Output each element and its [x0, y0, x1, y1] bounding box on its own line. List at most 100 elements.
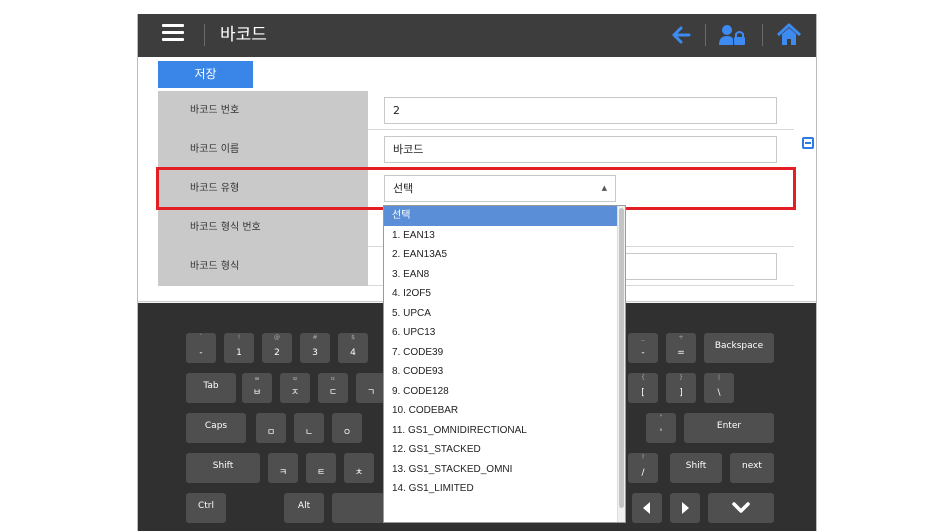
- key[interactable]: @2: [262, 333, 292, 363]
- dropdown-option[interactable]: 14. GS1_LIMITED: [384, 479, 625, 499]
- key[interactable]: #3: [300, 333, 330, 363]
- key-sub-label: {: [641, 374, 645, 381]
- ctrl-key[interactable]: Ctrl: [186, 493, 226, 523]
- tab-key[interactable]: Tab: [186, 373, 236, 403]
- key[interactable]: ? /: [628, 453, 658, 483]
- hide-keyboard-key[interactable]: [708, 493, 774, 523]
- header-divider: [705, 24, 706, 46]
- shift-right-key[interactable]: Shift: [670, 453, 722, 483]
- dropdown-option[interactable]: 4. I2OF5: [384, 284, 625, 304]
- key-label: =: [677, 348, 685, 358]
- home-icon[interactable]: [776, 23, 802, 47]
- key[interactable]: ㄱ: [356, 373, 386, 403]
- key-sub-label: $: [351, 334, 355, 341]
- save-button[interactable]: 저장: [158, 61, 253, 88]
- shift-key[interactable]: Shift: [186, 453, 260, 483]
- dropdown-option[interactable]: 7. CODE39: [384, 343, 625, 363]
- key[interactable]: _ -: [628, 333, 658, 363]
- key-sub-label: #: [312, 334, 318, 341]
- key[interactable]: ` -: [186, 333, 216, 363]
- dropdown-option[interactable]: 선택: [384, 206, 625, 226]
- dropdown-option[interactable]: 2. EAN13A5: [384, 245, 625, 265]
- key-label: ㄷ: [328, 388, 338, 398]
- key-label: -: [199, 348, 203, 358]
- menu-icon[interactable]: [162, 24, 184, 46]
- key[interactable]: ㅌ: [306, 453, 336, 483]
- enter-key-label: Enter: [716, 421, 742, 431]
- key-label: ㅌ: [316, 468, 326, 478]
- collapse-icon[interactable]: [802, 137, 814, 149]
- dropdown-option[interactable]: 3. EAN8: [384, 265, 625, 285]
- barcode-type-value: 선택: [393, 182, 414, 195]
- key[interactable]: $4: [338, 333, 368, 363]
- barcode-type-select[interactable]: 선택 ▲▼: [384, 175, 616, 217]
- enter-key[interactable]: Enter: [684, 413, 774, 443]
- key[interactable]: ㅇ: [332, 413, 362, 443]
- key-label: 1: [236, 348, 242, 358]
- key-sub-label: `: [199, 334, 203, 341]
- ctrl-key-label: Ctrl: [197, 501, 214, 511]
- key-label: ㅇ: [342, 428, 352, 438]
- key[interactable]: ㅃㅂ: [242, 373, 272, 403]
- dropdown-option[interactable]: 13. GS1_STACKED_OMNI: [384, 460, 625, 480]
- key[interactable]: ㅁ: [256, 413, 286, 443]
- barcode-name-field[interactable]: 바코드: [384, 136, 777, 163]
- barcode-number-label: 바코드 번호: [158, 91, 368, 130]
- dropdown-option[interactable]: 6. UPC13: [384, 323, 625, 343]
- key-label: ㅊ: [354, 468, 364, 478]
- key-label: ㅂ: [252, 388, 262, 398]
- key-label: [: [641, 388, 645, 398]
- dropdown-option[interactable]: 11. GS1_OMNIDIRECTIONAL: [384, 421, 625, 441]
- dropdown-option[interactable]: 5. UPCA: [384, 304, 625, 324]
- dropdown-option[interactable]: 8. CODE93: [384, 362, 625, 382]
- key-label: ㅋ: [278, 468, 288, 478]
- key[interactable]: {[: [628, 373, 658, 403]
- key-sub-label: ㅃ: [254, 376, 260, 383]
- key-sub-label: @: [274, 334, 280, 341]
- key[interactable]: }]: [666, 373, 696, 403]
- key-sub-label: }: [679, 374, 683, 381]
- key[interactable]: ㅊ: [344, 453, 374, 483]
- key[interactable]: + =: [666, 333, 696, 363]
- key-sub-label: ㄸ: [330, 376, 336, 383]
- form-row-barcode-number: 바코드 번호 2: [158, 91, 794, 130]
- key-label: -: [641, 348, 645, 358]
- key-label: ㅈ: [290, 388, 300, 398]
- arrow-left-key[interactable]: [632, 493, 662, 523]
- user-lock-icon[interactable]: [718, 23, 748, 47]
- alt-key[interactable]: Alt: [284, 493, 324, 523]
- space-key[interactable]: [332, 493, 384, 523]
- shift-key-label: Shift: [212, 461, 234, 471]
- key[interactable]: ㄴ: [294, 413, 324, 443]
- key-sub-label: _: [641, 334, 645, 341]
- arrow-left-icon[interactable]: [670, 23, 692, 47]
- key-label: ㄱ: [366, 388, 376, 398]
- dropdown-option[interactable]: 1. EAN13: [384, 226, 625, 246]
- key[interactable]: | \: [704, 373, 734, 403]
- next-key[interactable]: next: [730, 453, 774, 483]
- barcode-number-field[interactable]: 2: [384, 97, 777, 124]
- key[interactable]: ㅋ: [268, 453, 298, 483]
- shift-right-key-label: Shift: [685, 461, 707, 471]
- header-divider: [204, 24, 205, 46]
- dropdown-option[interactable]: 9. CODE128: [384, 382, 625, 402]
- backspace-key[interactable]: Backspace: [704, 333, 774, 363]
- key-sub-label: ?: [641, 454, 645, 461]
- barcode-format-number-label: 바코드 형식 번호: [158, 208, 368, 247]
- key[interactable]: ! 1: [224, 333, 254, 363]
- dropdown-option[interactable]: 10. CODEBAR: [384, 401, 625, 421]
- key-label: /: [641, 468, 645, 478]
- key[interactable]: ㄸㄷ: [318, 373, 348, 403]
- key-sub-label: |: [717, 374, 721, 381]
- key[interactable]: ㅉㅈ: [280, 373, 310, 403]
- dropdown-option[interactable]: 12. GS1_STACKED: [384, 440, 625, 460]
- arrow-right-key[interactable]: [670, 493, 700, 523]
- key-label: ]: [679, 388, 683, 398]
- caps-key[interactable]: Caps: [186, 413, 246, 443]
- form-row-barcode-name: 바코드 이름 바코드: [158, 130, 794, 169]
- key[interactable]: " ': [646, 413, 676, 443]
- key-label: ': [659, 428, 663, 438]
- key-sub-label: ": [659, 414, 663, 421]
- key-label: 4: [350, 348, 356, 358]
- dropdown-scrollbar[interactable]: [617, 206, 625, 522]
